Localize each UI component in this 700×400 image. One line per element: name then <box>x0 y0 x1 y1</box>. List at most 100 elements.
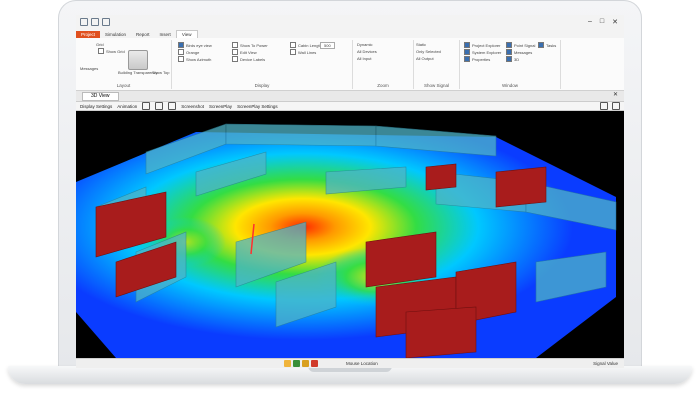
ribbon-group-window: Project Explorer System Explorer Propert… <box>460 40 561 89</box>
close-view-icon[interactable]: ✕ <box>613 92 618 99</box>
ribbon-tabs: Project Simulation Report Insert View <box>76 29 624 38</box>
show-grid-checkbox[interactable]: Show Grid <box>98 48 125 54</box>
error-icon[interactable] <box>311 360 318 367</box>
show-top-label: Show Top <box>152 70 170 75</box>
wall-lines-checkbox[interactable]: Wall Lines <box>290 49 316 55</box>
signal-heatmap-3d <box>76 123 617 359</box>
group-label-zoom: Zoom <box>377 83 389 88</box>
screenplay-settings-button[interactable]: ScreenPlay Settings <box>237 104 278 109</box>
tab-3d-view[interactable]: 3D View <box>82 92 119 101</box>
orange-checkbox[interactable]: Orange <box>178 49 199 55</box>
redo-icon[interactable] <box>102 18 110 26</box>
undo-icon[interactable] <box>91 18 99 26</box>
group-label-display: Display <box>254 83 270 88</box>
project-explorer-label: Project Explorer <box>472 42 501 48</box>
info-icon[interactable] <box>302 360 309 367</box>
warning-icon[interactable] <box>284 360 291 367</box>
zoom-only-selected-button[interactable]: Only Selected <box>416 49 441 54</box>
zoom-all-output-button[interactable]: All Output <box>416 56 434 61</box>
messages-button[interactable]: Messages <box>80 66 98 71</box>
signal-value-label: Signal Value <box>593 361 618 366</box>
save-icon[interactable] <box>80 18 88 26</box>
project-explorer-check-icon <box>464 42 470 48</box>
orange-label: Orange <box>186 49 200 55</box>
3d-check-icon <box>506 56 512 62</box>
grid-button[interactable]: Grid <box>96 42 104 47</box>
birds-eye-check-icon <box>178 42 184 48</box>
device-labels-checkbox[interactable]: Device Labels <box>232 56 265 62</box>
3d-view-canvas[interactable] <box>76 112 624 359</box>
birds-eye-view-checkbox[interactable]: Birds eye view <box>178 42 212 48</box>
messages-checkbox[interactable]: Messages <box>506 49 532 55</box>
device-labels-check-icon <box>232 56 238 62</box>
edit-view-checkbox[interactable]: Edit View <box>232 49 257 55</box>
screenplay-button[interactable]: ScreenPlay <box>209 104 232 109</box>
display-settings-button[interactable]: Display Settings <box>80 104 112 109</box>
camera-icon[interactable] <box>142 102 151 110</box>
status-bar: Mouse Location Signal Value <box>76 358 624 368</box>
zoom-static-button[interactable]: Static <box>416 42 426 47</box>
tab-project[interactable]: Project <box>76 31 101 38</box>
messages-check-icon <box>506 49 512 55</box>
birds-eye-label: Birds eye view <box>186 42 212 48</box>
show-azimuth-label: Show Azimuth <box>186 56 212 62</box>
point-signal-label: Point Signal <box>514 42 536 48</box>
building-transparency-icon <box>128 50 148 70</box>
point-signal-checkbox[interactable]: Point Signal <box>506 42 535 48</box>
maximize-icon[interactable]: □ <box>600 18 604 26</box>
rotate-icon[interactable] <box>155 102 164 110</box>
show-to-power-checkbox[interactable]: Show To Power <box>232 42 268 48</box>
project-explorer-checkbox[interactable]: Project Explorer <box>464 42 500 48</box>
grid-label: Grid <box>96 42 104 47</box>
show-to-power-label: Show To Power <box>240 42 268 48</box>
system-explorer-checkbox[interactable]: System Explorer <box>464 49 501 55</box>
orange-check-icon <box>178 49 184 55</box>
show-azimuth-check-icon <box>178 56 184 62</box>
zoom-all-input-button[interactable]: All Input <box>357 56 371 61</box>
tab-view[interactable]: View <box>175 30 198 38</box>
tasks-checkbox[interactable]: Tasks <box>538 42 556 48</box>
messages-label: Messages <box>80 66 99 71</box>
point-signal-check-icon <box>506 42 512 48</box>
screenshot-button[interactable]: Screenshot <box>181 104 204 109</box>
cabin-length-checkbox[interactable]: Cabin Length <box>290 42 322 48</box>
ok-icon[interactable] <box>293 360 300 367</box>
tab-simulation[interactable]: Simulation <box>100 31 131 38</box>
zoom-all-devices-label: All Devices <box>357 49 377 54</box>
view-toolbar-right <box>600 102 620 110</box>
system-explorer-label: System Explorer <box>472 49 502 55</box>
minimize-icon[interactable]: – <box>588 18 592 26</box>
properties-checkbox[interactable]: Properties <box>464 56 490 62</box>
3d-checkbox[interactable]: 3D <box>506 56 519 62</box>
zoom-only-selected-label: Only Selected <box>416 49 441 54</box>
ribbon-group-show-signal: Static Only Selected All Output Show Sig… <box>414 40 460 89</box>
system-explorer-check-icon <box>464 49 470 55</box>
display-value-field[interactable]: 500 <box>320 42 335 49</box>
view-tab-strip: 3D View ✕ <box>76 91 624 102</box>
view-toolbar: Display Settings Animation Screenshot Sc… <box>76 102 624 111</box>
edit-view-label: Edit View <box>240 49 257 55</box>
zoom-all-devices-button[interactable]: All Devices <box>357 49 377 54</box>
ribbon-group-layout: Grid Show Grid Messages Building Transpa… <box>76 40 172 89</box>
device-labels-label: Device Labels <box>240 56 266 62</box>
cabin-length-check-icon <box>290 42 296 48</box>
quick-access-toolbar <box>80 18 110 26</box>
app-window: – □ ✕ Project Simulation Report Insert V… <box>76 15 624 368</box>
cabin-length-label: Cabin Length <box>298 42 322 48</box>
show-to-power-check-icon <box>232 42 238 48</box>
animation-button[interactable]: Animation <box>117 104 137 109</box>
properties-label: Properties <box>472 56 491 62</box>
zoom-dynamic-button[interactable]: Dynamic <box>357 42 373 47</box>
display-value-text: 500 <box>324 43 331 48</box>
show-azimuth-checkbox[interactable]: Show Azimuth <box>178 56 211 62</box>
show-top-button[interactable]: Show Top <box>152 70 170 75</box>
close-icon[interactable]: ✕ <box>612 18 618 26</box>
zoom-icon[interactable] <box>168 102 177 110</box>
fit-view-icon[interactable] <box>600 102 608 110</box>
tab-insert[interactable]: Insert <box>155 31 176 38</box>
tab-report[interactable]: Report <box>131 31 155 38</box>
group-label-layout: Layout <box>116 83 131 88</box>
status-icons <box>284 360 318 367</box>
edit-view-check-icon <box>232 49 238 55</box>
reset-view-icon[interactable] <box>612 102 620 110</box>
